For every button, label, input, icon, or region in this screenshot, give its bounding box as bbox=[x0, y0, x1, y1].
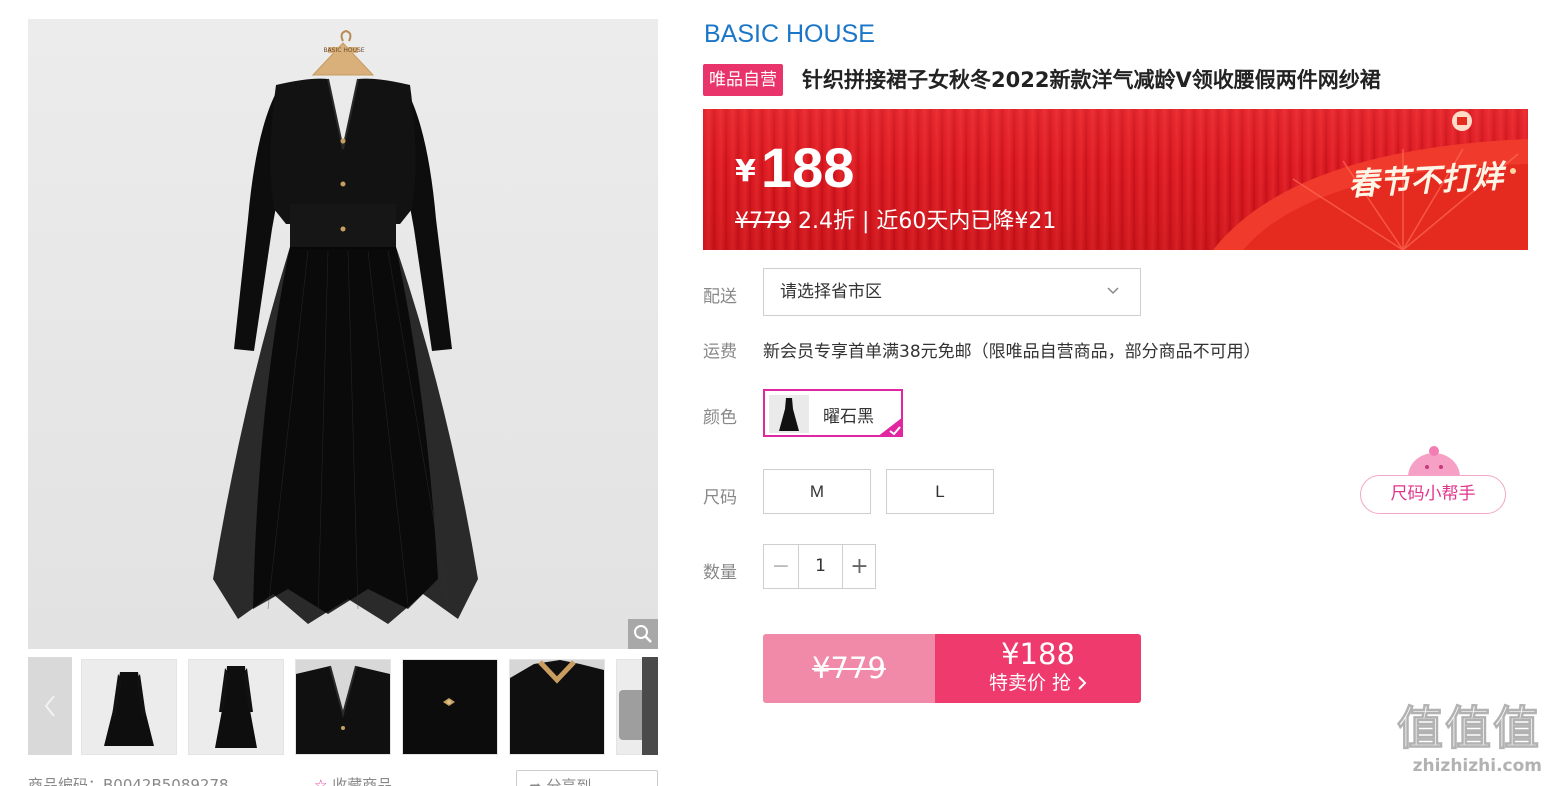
magnifier-icon bbox=[634, 625, 652, 643]
thumbnail-button-detail bbox=[403, 660, 497, 754]
color-option-label: 曜石黑 bbox=[823, 407, 874, 427]
promo-slogan: 春节不打烊 bbox=[1347, 158, 1505, 204]
thumbnail-item[interactable] bbox=[402, 659, 498, 755]
site-watermark: 值值值 zhizhizhi.com bbox=[1397, 700, 1543, 780]
quantity-minus-button[interactable]: − bbox=[764, 545, 798, 588]
currency-symbol: ¥ bbox=[735, 154, 756, 189]
product-meta-row: 商品编码：B0042B5089278 ☆ 收藏商品 ➦ 分享到 bbox=[28, 770, 658, 786]
chevron-right-icon bbox=[1078, 676, 1087, 690]
buy-cta-label: 特卖价 抢 bbox=[988, 672, 1071, 694]
price-banner: ¥ 188 ¥779 2.4折 | 近60天内已降¥21 春节不打烊 bbox=[703, 109, 1528, 250]
buy-now-block[interactable]: ¥188 特卖价 抢 bbox=[935, 634, 1141, 703]
buy-cta: 特卖价 抢 bbox=[935, 670, 1141, 696]
thumbnail-item[interactable] bbox=[295, 659, 391, 755]
shipping-label: 运费 bbox=[703, 342, 737, 362]
helper-mascot-icon bbox=[1408, 446, 1460, 479]
quantity-input[interactable]: 1 bbox=[798, 545, 843, 588]
buy-original-price-block: ¥779 bbox=[763, 634, 935, 703]
size-option-m[interactable]: M bbox=[763, 469, 871, 514]
color-swatch bbox=[769, 395, 809, 433]
product-main-image[interactable]: BASIC HOUSE bbox=[28, 19, 658, 649]
self-operated-badge: 唯品自营 bbox=[703, 64, 783, 96]
region-select[interactable]: 请选择省市区 bbox=[763, 268, 1141, 316]
watermark-logo: 值值值 bbox=[1397, 701, 1541, 756]
chevron-right-icon bbox=[657, 694, 658, 718]
color-option-selected[interactable]: 曜石黑 bbox=[763, 389, 903, 437]
buy-button[interactable]: ¥779 ¥188 特卖价 抢 bbox=[763, 634, 1141, 703]
original-price: ¥779 bbox=[735, 209, 791, 234]
product-code: 商品编码：B0042B5089278 bbox=[28, 776, 229, 786]
discount-note: 2.4折 | 近60天内已降¥21 bbox=[798, 209, 1057, 234]
buy-sale-price: ¥188 bbox=[1001, 637, 1075, 671]
share-icon: ➦ bbox=[529, 777, 542, 786]
dress-illustration: BASIC HOUSE bbox=[213, 29, 478, 624]
thumbnail-next-button[interactable] bbox=[642, 657, 658, 755]
buy-original-price: ¥779 bbox=[812, 651, 886, 685]
quantity-label: 数量 bbox=[703, 563, 737, 583]
chevron-down-icon bbox=[1107, 287, 1119, 295]
favorite-label: 收藏商品 bbox=[332, 776, 393, 786]
size-helper-button[interactable]: 尺码小帮手 bbox=[1360, 475, 1506, 514]
quantity-stepper: − 1 + bbox=[763, 544, 876, 589]
chevron-left-icon bbox=[44, 695, 55, 717]
watermark-url: zhizhizhi.com bbox=[1412, 756, 1542, 776]
brand-link[interactable]: BASIC HOUSE bbox=[704, 20, 875, 49]
thumbnail-item[interactable] bbox=[81, 659, 177, 755]
selected-check-icon bbox=[877, 417, 903, 437]
color-label: 颜色 bbox=[703, 408, 737, 428]
size-option-l[interactable]: L bbox=[886, 469, 994, 514]
thumbnail-prev-button[interactable] bbox=[28, 657, 72, 755]
thumbnail-neckline-detail bbox=[296, 660, 390, 754]
shipping-info: 新会员专享首单满38元免邮（限唯品自营商品，部分商品不可用） bbox=[763, 342, 1261, 362]
thumbnail-shoulder-detail bbox=[510, 660, 604, 754]
thumbnail-dress-back bbox=[189, 660, 283, 754]
product-title: 针织拼接裙子女秋冬2022新款洋气减龄V领收腰假两件网纱裙 bbox=[802, 68, 1381, 92]
price-subline: ¥779 2.4折 | 近60天内已降¥21 bbox=[735, 203, 1056, 235]
favorite-button[interactable]: ☆ 收藏商品 bbox=[314, 774, 392, 786]
current-price-value: 188 bbox=[760, 136, 855, 199]
share-label: 分享到 bbox=[546, 777, 592, 786]
thumbnail-dress-front bbox=[82, 660, 176, 754]
thumbnail-item[interactable] bbox=[509, 659, 605, 755]
hanger-brand-text: BASIC HOUSE bbox=[323, 47, 364, 54]
star-icon: ☆ bbox=[314, 776, 328, 786]
thumbnail-strip bbox=[28, 657, 658, 755]
zoom-button[interactable] bbox=[628, 619, 658, 649]
quantity-plus-button[interactable]: + bbox=[843, 545, 876, 588]
current-price: ¥ 188 bbox=[735, 135, 854, 200]
size-label: 尺码 bbox=[703, 488, 737, 508]
thumbnail-item[interactable] bbox=[188, 659, 284, 755]
delivery-label: 配送 bbox=[703, 287, 737, 307]
share-button[interactable]: ➦ 分享到 bbox=[516, 770, 658, 786]
region-select-value: 请选择省市区 bbox=[780, 282, 882, 302]
